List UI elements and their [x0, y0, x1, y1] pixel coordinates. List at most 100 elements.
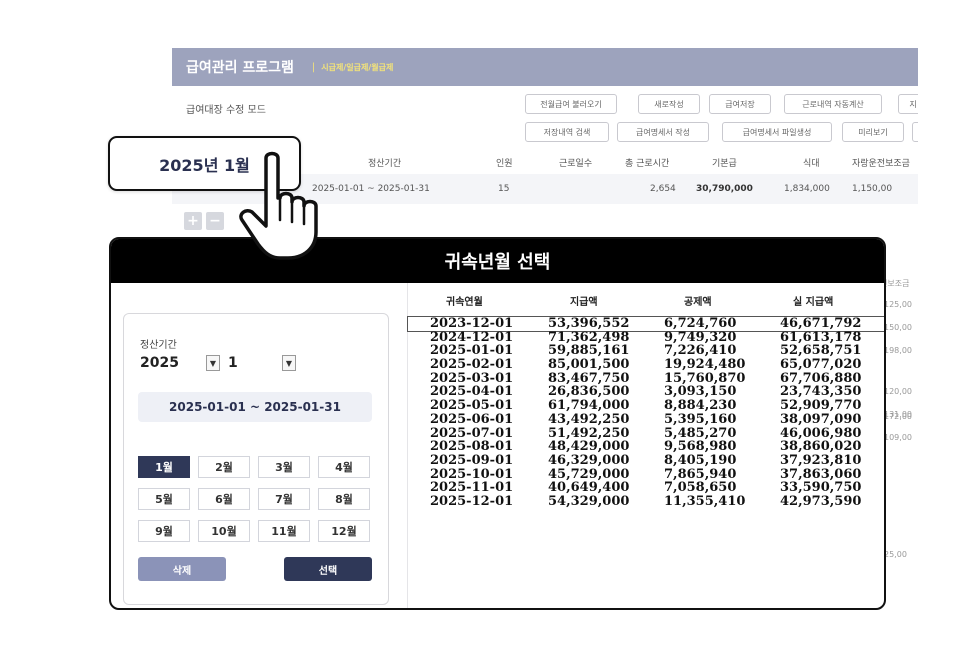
pointing-hand-icon [239, 151, 318, 260]
cell-deducted: 7,226,410 [664, 343, 737, 359]
header-workdays: 근로일수 [559, 159, 593, 169]
cell-net: 61,613,178 [780, 329, 862, 345]
cell-deducted: 8,884,230 [664, 398, 737, 414]
table-row[interactable]: 2025-05-01 61,794,000 8,884,230 52,909,770 [408, 398, 884, 414]
bg-col-value: 109,00 [884, 433, 912, 442]
save-button[interactable]: 급여저장 [709, 94, 771, 114]
period-select-dialog: 귀속년월 선택 정산기간 2025 ▼ 1 ▼ 2025-01-01 ~ 202… [109, 237, 886, 610]
table-row[interactable]: 2025-10-01 45,729,000 7,865,940 37,863,060 [408, 466, 884, 482]
month-button-4[interactable]: 4월 [318, 456, 370, 478]
year-value: 2025 [140, 355, 179, 371]
month-button-3[interactable]: 3월 [258, 456, 310, 478]
bg-col-value: 25,00 [884, 550, 907, 559]
select-button[interactable]: 선택 [284, 557, 372, 581]
table-header: 귀속연월 지급액 공제액 실 지급액 [408, 283, 884, 313]
month-button-9[interactable]: 9월 [138, 520, 190, 542]
cell-paid: 54,329,000 [548, 493, 630, 509]
cell-net: 67,706,880 [780, 370, 862, 386]
month-button-2[interactable]: 2월 [198, 456, 250, 478]
cell-net: 46,006,980 [780, 425, 862, 441]
bg-col-value: 120,00 [884, 387, 912, 396]
cell-net: 52,909,770 [780, 398, 862, 414]
month-button-11[interactable]: 11월 [258, 520, 310, 542]
bg-col-value: 131,00 [884, 410, 912, 419]
new-button[interactable]: 새로작성 [638, 94, 700, 114]
period-base-pay: 30,790,000 [696, 184, 753, 194]
cell-period: 2025-09-01 [430, 452, 514, 468]
cell-net: 38,097,090 [780, 411, 862, 427]
month-button-7[interactable]: 7월 [258, 488, 310, 510]
table-row[interactable]: 2025-02-01 85,001,500 19,924,480 65,077,020 [408, 357, 884, 373]
month-button-8[interactable]: 8월 [318, 488, 370, 510]
toolbar-overflow-button-2[interactable] [912, 122, 918, 142]
table-row[interactable]: 2023-12-01 53,396,552 6,724,760 46,671,792 [407, 316, 884, 332]
app-title: 급여관리 프로그램 [186, 60, 294, 76]
table-row[interactable]: 2025-01-01 59,885,161 7,226,410 52,658,751 [408, 343, 884, 359]
cell-period: 2025-10-01 [430, 466, 514, 482]
column-header: 공제액 [684, 297, 712, 308]
cell-net: 46,671,792 [780, 316, 862, 331]
table-row[interactable]: 2025-12-01 54,329,000 11,355,410 42,973,590 [408, 493, 884, 509]
header-period: 정산기간 [368, 159, 402, 169]
delete-button[interactable]: 삭제 [138, 557, 226, 581]
cell-period: 2025-07-01 [430, 425, 514, 441]
month-button-6[interactable]: 6월 [198, 488, 250, 510]
cell-paid: 85,001,500 [548, 357, 630, 373]
preview-button[interactable]: 미리보기 [842, 122, 904, 142]
cell-net: 65,077,020 [780, 357, 862, 373]
remove-row-button[interactable]: − [206, 212, 224, 230]
cell-paid: 48,429,000 [548, 439, 630, 455]
period-list-table: 귀속연월 지급액 공제액 실 지급액 2023-12-01 53,396,552 6… [407, 283, 884, 608]
search-saved-button[interactable]: 저장내역 검색 [525, 122, 609, 142]
header-base-pay: 기본급 [712, 159, 737, 169]
cell-deducted: 19,924,480 [664, 357, 746, 373]
month-button-10[interactable]: 10월 [198, 520, 250, 542]
cell-paid: 51,492,250 [548, 425, 630, 441]
cell-paid: 59,885,161 [548, 343, 630, 359]
table-row[interactable]: 2025-11-01 40,649,400 7,058,650 33,590,750 [408, 481, 884, 495]
column-header: 귀속연월 [446, 297, 483, 308]
header-allowance: 자랑운전보조금 [852, 159, 910, 169]
month-button-1[interactable]: 1월 [138, 456, 190, 478]
month-button-5[interactable]: 5월 [138, 488, 190, 510]
cell-deducted: 6,724,760 [664, 316, 737, 331]
table-row[interactable]: 2025-08-01 48,429,000 9,568,980 38,860,020 [408, 439, 884, 455]
table-row[interactable]: 2025-07-01 51,492,250 5,485,270 46,006,980 [408, 425, 884, 441]
month-select[interactable]: 1 ▼ [228, 352, 296, 374]
bg-col-value: 125,00 [884, 300, 912, 309]
cell-deducted: 5,485,270 [664, 425, 737, 441]
dialog-title: 귀속년월 선택 [444, 252, 551, 273]
table-row[interactable]: 2024-12-01 71,362,498 9,749,320 61,613,178 [408, 329, 884, 345]
cell-deducted: 9,749,320 [664, 329, 737, 345]
triangle-down-icon[interactable]: ▼ [206, 355, 220, 371]
table-row[interactable]: 2025-04-01 26,836,500 3,093,150 23,743,350 [408, 384, 884, 400]
year-select[interactable]: 2025 ▼ [140, 352, 220, 374]
app-subtitle: 시급제/일급제/월급제 [321, 62, 394, 72]
auto-calc-button[interactable]: 근로내역 자동계산 [784, 94, 882, 114]
table-row[interactable]: 2025-06-01 43,492,250 5,395,160 38,097,090 [408, 411, 884, 427]
table-row[interactable]: 2025-09-01 46,329,000 8,405,190 37,923,810 [408, 452, 884, 468]
column-header: 지급액 [570, 297, 598, 308]
cell-net: 37,863,060 [780, 466, 862, 482]
toolbar-overflow-button[interactable]: 지 [898, 94, 918, 114]
write-payslip-button[interactable]: 급여명세서 작성 [617, 122, 709, 142]
bg-col-value: 150,00 [884, 323, 912, 332]
cell-paid: 71,362,498 [548, 329, 630, 345]
add-row-button[interactable]: + [184, 212, 202, 230]
payslip-file-button[interactable]: 급여명세서 파일생성 [722, 122, 832, 142]
table-row[interactable]: 2025-03-01 83,467,750 15,760,870 67,706,880 [408, 370, 884, 386]
cell-deducted: 3,093,150 [664, 384, 737, 400]
cell-deducted: 5,395,160 [664, 411, 737, 427]
cell-paid: 83,467,750 [548, 370, 630, 386]
month-button-12[interactable]: 12월 [318, 520, 370, 542]
period-allowance: 1,150,00 [852, 184, 893, 194]
load-previous-button[interactable]: 전월급여 불러오기 [525, 94, 617, 114]
period-total-hours: 2,654 [650, 184, 676, 194]
mode-label: 급여대장 수정 모드 [186, 105, 266, 116]
cell-net: 52,658,751 [780, 343, 862, 359]
cell-net: 38,860,020 [780, 439, 862, 455]
cell-net: 37,923,810 [780, 452, 862, 468]
triangle-down-icon[interactable]: ▼ [282, 355, 296, 371]
cell-deducted: 8,405,190 [664, 452, 737, 468]
cell-deducted: 11,355,410 [664, 493, 746, 509]
